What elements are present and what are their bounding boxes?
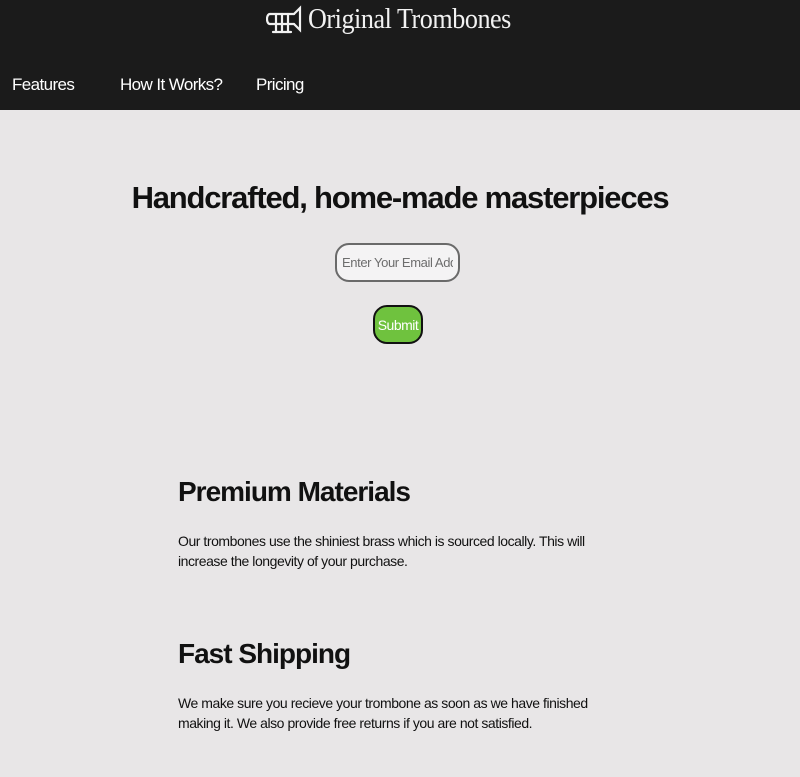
site-header: Original Trombones Features How It Works… (0, 0, 800, 110)
nav-link-features[interactable]: Features (12, 75, 75, 95)
brand-logo[interactable]: Original Trombones (0, 2, 800, 36)
nav-link-pricing[interactable]: Pricing (256, 75, 304, 95)
brand-name: Original Trombones (308, 2, 512, 35)
feature-text: We make sure you recieve your trombone a… (178, 695, 588, 731)
feature-title: Premium Materials (178, 476, 411, 507)
main-nav: Features How It Works? Pricing (0, 75, 800, 97)
feature-premium-materials: Premium Materials Our trombones use the … (178, 476, 623, 571)
trombone-logo-icon (266, 2, 302, 36)
feature-fast-shipping: Fast Shipping We make sure you recieve y… (178, 638, 623, 733)
feature-text: Our trombones use the shiniest brass whi… (178, 533, 585, 569)
nav-link-how-it-works[interactable]: How It Works? (120, 75, 223, 95)
submit-button[interactable]: Submit (373, 305, 423, 344)
email-input[interactable] (335, 243, 460, 282)
hero-title: Handcrafted, home-made masterpieces (131, 180, 670, 215)
feature-title: Fast Shipping (178, 638, 351, 669)
